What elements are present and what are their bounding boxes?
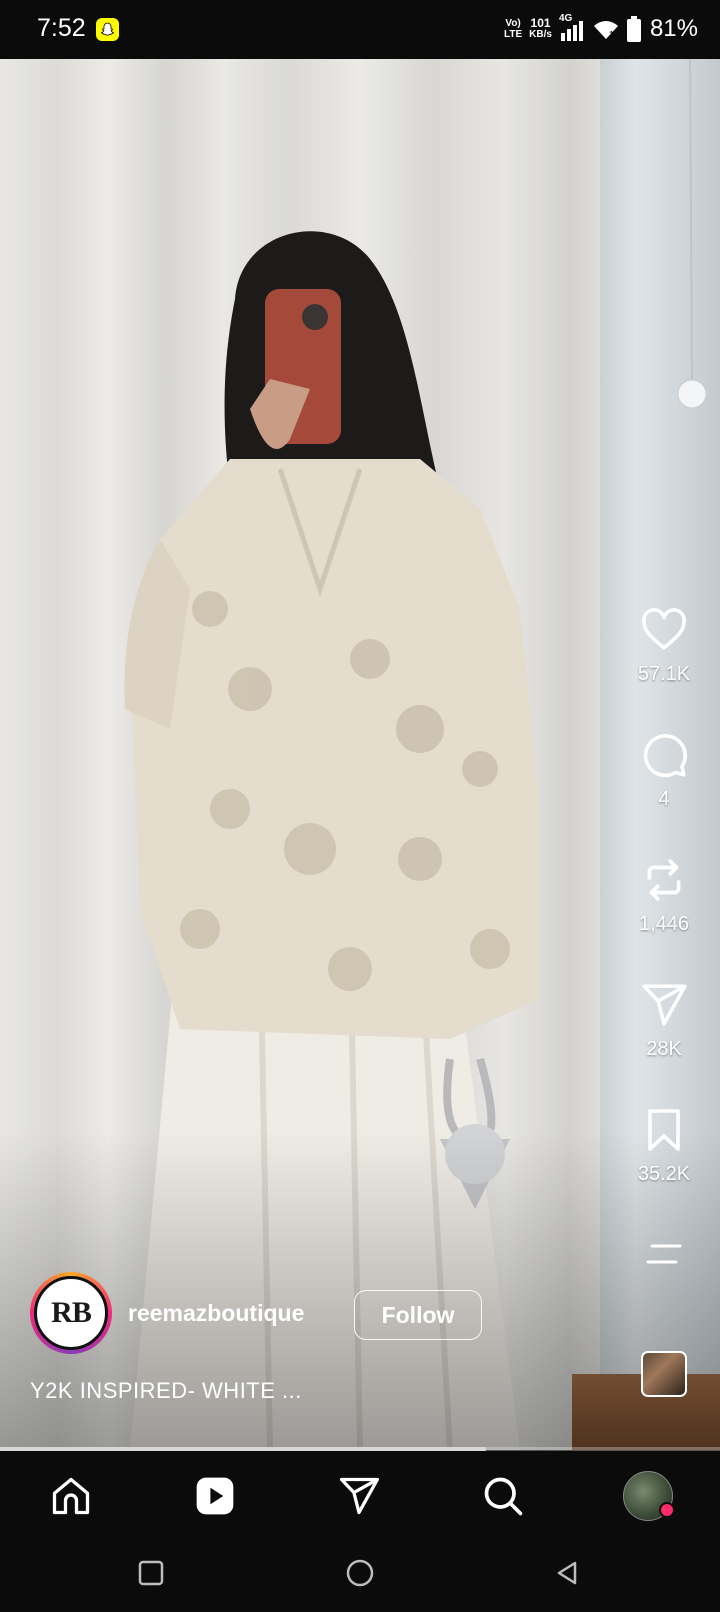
- recent-apps-icon[interactable]: [137, 1559, 165, 1587]
- reel-caption[interactable]: Y2K INSPIRED- WHITE ...: [30, 1378, 302, 1404]
- repost-count: 1,446: [638, 913, 690, 935]
- nav-messages[interactable]: [334, 1471, 384, 1521]
- send-icon[interactable]: [639, 980, 689, 1030]
- save-count: 35.2K: [637, 1163, 691, 1185]
- system-navigation: [0, 1537, 720, 1612]
- bottom-navigation: [0, 1451, 720, 1537]
- status-time: 7:52: [37, 14, 86, 42]
- more-icon[interactable]: [642, 1240, 686, 1270]
- share-count: 28K: [646, 1038, 682, 1060]
- curtain-hook: [677, 59, 707, 409]
- heart-icon[interactable]: [638, 605, 690, 655]
- author-username[interactable]: reemazboutique: [128, 1300, 304, 1327]
- like-action[interactable]: 57.1K: [614, 605, 714, 686]
- network-speed: 101 KB/s: [529, 16, 552, 40]
- reel-video[interactable]: [0, 59, 720, 1450]
- comment-icon[interactable]: [639, 730, 689, 780]
- wifi-icon: ⇅: [593, 21, 618, 39]
- send-icon[interactable]: [337, 1474, 381, 1518]
- save-action[interactable]: 35.2K: [614, 1105, 714, 1186]
- repost-action[interactable]: 1,446: [614, 855, 714, 936]
- battery-icon: [626, 16, 641, 42]
- search-icon[interactable]: [481, 1474, 525, 1518]
- audio-thumbnail[interactable]: [641, 1351, 687, 1397]
- notification-dot: [659, 1502, 675, 1518]
- share-action[interactable]: 28K: [614, 980, 714, 1061]
- nav-home[interactable]: [46, 1471, 96, 1521]
- author-avatar[interactable]: RB: [30, 1272, 112, 1354]
- svg-text:⇅: ⇅: [609, 30, 616, 39]
- comment-count: 4: [658, 788, 670, 810]
- status-indicators: Vo) LTE 101 KB/s 4G ⇅ 81%: [504, 12, 698, 46]
- follow-button[interactable]: Follow: [354, 1290, 482, 1340]
- battery-percentage: 81%: [649, 15, 698, 42]
- home-button-icon[interactable]: [345, 1558, 375, 1588]
- status-bar: 7:52 Vo) LTE 101 KB/s 4G ⇅ 81%: [0, 0, 720, 59]
- repost-icon[interactable]: [639, 855, 689, 905]
- nav-search[interactable]: [478, 1471, 528, 1521]
- home-icon[interactable]: [49, 1474, 93, 1518]
- more-options-button[interactable]: [614, 1240, 714, 1270]
- volte-indicator: Vo) LTE: [504, 18, 523, 40]
- reel-author: RB reemazboutique: [30, 1272, 304, 1354]
- cellular-signal-icon: 4G: [559, 13, 585, 42]
- nav-profile[interactable]: [623, 1471, 675, 1521]
- back-icon[interactable]: [553, 1559, 581, 1587]
- profile-avatar[interactable]: [623, 1471, 675, 1521]
- bookmark-icon[interactable]: [640, 1105, 688, 1155]
- avatar-logo: RB: [51, 1296, 92, 1329]
- snapchat-notification-icon: [96, 18, 119, 41]
- nav-reels[interactable]: [190, 1471, 240, 1521]
- reels-icon[interactable]: [193, 1474, 237, 1518]
- like-count: 57.1K: [637, 663, 691, 685]
- comment-action[interactable]: 4: [614, 730, 714, 811]
